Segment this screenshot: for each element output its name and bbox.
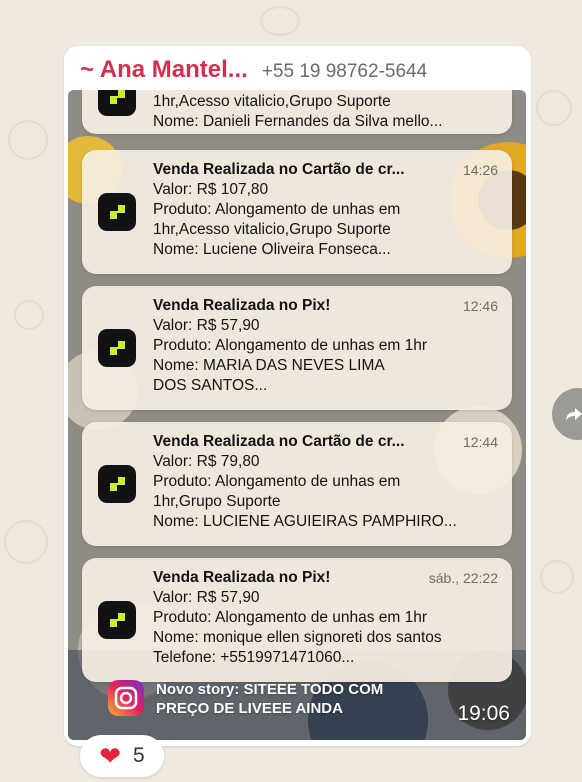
notification-time: 12:44 bbox=[462, 434, 498, 450]
app-icon bbox=[98, 329, 136, 367]
story-notification: Novo story: SITEEE TODO COM PREÇO DE LIV… bbox=[108, 680, 383, 718]
notification-time: 12:46 bbox=[462, 298, 498, 314]
story-text: Novo story: SITEEE TODO COM PREÇO DE LIV… bbox=[156, 680, 383, 718]
wallpaper-doodle bbox=[540, 560, 574, 594]
notification-title: Venda Realizada no Pix! bbox=[153, 297, 331, 314]
notification-line: Valor: R$ 107,80 bbox=[153, 181, 269, 198]
notification-card[interactable]: Venda Realizada no Pix! Valor: R$ 57,90 … bbox=[82, 286, 512, 410]
wallpaper-doodle bbox=[14, 300, 44, 330]
notification-time: sáb., 22:22 bbox=[428, 570, 498, 586]
wallpaper-doodle bbox=[536, 90, 572, 126]
notification-line: Nome: LUCIENE AGUIEIRAS PAMPHIRO... bbox=[153, 513, 457, 530]
notification-body: Venda Realizada no Pix! Valor: R$ 57,90 … bbox=[153, 296, 498, 396]
story-line: PREÇO DE LIVEEE AINDA bbox=[156, 700, 343, 717]
notification-line: Nome: Luciene Oliveira Fonseca... bbox=[153, 241, 391, 258]
forward-icon bbox=[566, 408, 582, 421]
notification-line: Valor: R$ 79,80 bbox=[153, 453, 260, 470]
notification-line: Produto: Alongamento de unhas em bbox=[153, 473, 401, 490]
notification-line: 1hr,Grupo Suporte bbox=[153, 493, 281, 510]
notification-body: Venda Realizada no Cartão de cr... Valor… bbox=[153, 160, 498, 260]
app-icon bbox=[98, 90, 136, 116]
app-icon bbox=[98, 601, 136, 639]
notification-card[interactable]: 1hr,Acesso vitalicio,Grupo Suporte Nome:… bbox=[82, 90, 512, 134]
notification-card[interactable]: Venda Realizada no Cartão de cr... Valor… bbox=[82, 150, 512, 274]
notification-line: Produto: Alongamento de unhas em 1hr bbox=[153, 337, 428, 354]
notification-line: 1hr,Acesso vitalicio,Grupo Suporte bbox=[153, 221, 391, 238]
notification-line: Valor: R$ 57,90 bbox=[153, 589, 260, 606]
instagram-icon bbox=[108, 680, 144, 716]
notification-line: Produto: Alongamento de unhas em bbox=[153, 201, 401, 218]
notification-body: Venda Realizada no Cartão de cr... Valor… bbox=[153, 432, 498, 532]
notification-line: Telefone: +5519971471060... bbox=[153, 649, 355, 666]
story-line: Novo story: SITEEE TODO COM bbox=[156, 681, 384, 698]
notification-card[interactable]: Venda Realizada no Pix! Valor: R$ 57,90 … bbox=[82, 558, 512, 682]
wallpaper-doodle bbox=[4, 520, 48, 564]
notification-line: Produto: Alongamento de unhas em 1hr bbox=[153, 609, 428, 626]
wallpaper-doodle bbox=[260, 6, 300, 36]
message-time: 19:06 bbox=[457, 702, 510, 725]
forward-button[interactable] bbox=[552, 388, 582, 440]
notification-card[interactable]: Venda Realizada no Cartão de cr... Valor… bbox=[82, 422, 512, 546]
notification-title: Venda Realizada no Cartão de cr... bbox=[153, 161, 405, 178]
notification-title: Venda Realizada no Pix! bbox=[153, 569, 331, 586]
heart-icon: ❤ bbox=[99, 741, 122, 771]
wallpaper-doodle bbox=[8, 120, 48, 160]
notification-line: Nome: Danieli Fernandes da Silva mello..… bbox=[153, 113, 443, 130]
sender-header: ~ Ana Mantel... +55 19 98762-5644 bbox=[80, 56, 427, 84]
notification-body: 1hr,Acesso vitalicio,Grupo Suporte Nome:… bbox=[153, 92, 498, 132]
reaction-badge[interactable]: ❤ 5 bbox=[80, 735, 164, 777]
reaction-count: 5 bbox=[133, 744, 145, 767]
notification-time: 14:26 bbox=[462, 162, 498, 178]
notification-line: 1hr,Acesso vitalicio,Grupo Suporte bbox=[153, 93, 391, 110]
notification-line: DOS SANTOS... bbox=[153, 377, 268, 394]
notification-line: Nome: monique ellen signoreti dos santos bbox=[153, 629, 442, 646]
notification-title: Venda Realizada no Cartão de cr... bbox=[153, 433, 405, 450]
app-icon bbox=[98, 465, 136, 503]
app-icon bbox=[98, 193, 136, 231]
notification-line: Valor: R$ 57,90 bbox=[153, 317, 260, 334]
sender-phone[interactable]: +55 19 98762-5644 bbox=[262, 61, 427, 83]
notification-line: Nome: MARIA DAS NEVES LIMA bbox=[153, 357, 385, 374]
sender-name[interactable]: ~ Ana Mantel... bbox=[80, 56, 248, 84]
image-attachment[interactable]: 1hr,Acesso vitalicio,Grupo Suporte Nome:… bbox=[68, 90, 526, 740]
